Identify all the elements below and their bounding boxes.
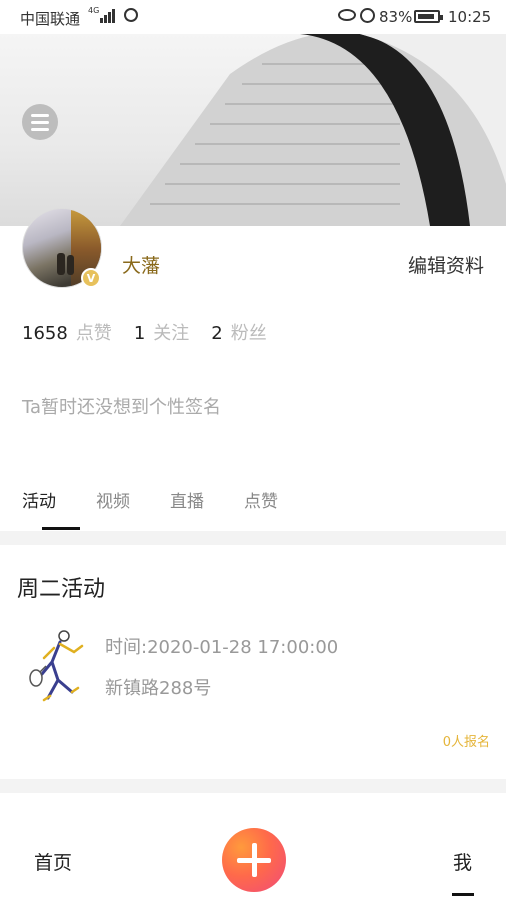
edit-profile-button[interactable]: 编辑资料 xyxy=(408,251,484,278)
section-divider xyxy=(0,779,506,793)
plus-icon xyxy=(237,843,271,877)
add-button[interactable] xyxy=(222,828,286,892)
profile-signature: Ta暂时还没想到个性签名 xyxy=(22,397,222,418)
activity-title: 周二活动 xyxy=(17,577,106,602)
carrier-label: 中国联通 xyxy=(20,10,81,28)
profile-cover-image xyxy=(0,34,506,226)
network-type: 4G xyxy=(88,6,100,15)
signal-icon xyxy=(100,9,118,23)
content-tabs: 活动 视频 直播 点赞 xyxy=(22,487,318,512)
following-label: 关注 xyxy=(153,323,190,344)
followers-count: 2 xyxy=(211,323,223,344)
tab-live[interactable]: 直播 xyxy=(170,487,204,512)
nav-home[interactable]: 首页 xyxy=(34,848,72,875)
signup-count: 0人报名 xyxy=(442,735,490,750)
eye-comfort-icon xyxy=(338,9,356,21)
followers-label: 粉丝 xyxy=(230,323,267,344)
likes-count: 1658 xyxy=(22,323,68,344)
clock: 10:25 xyxy=(448,8,492,26)
nav-me[interactable]: 我 xyxy=(453,848,472,875)
tab-activities[interactable]: 活动 xyxy=(22,487,56,512)
tab-likes[interactable]: 点赞 xyxy=(244,487,278,512)
status-bar: 中国联通 4G 83% 10:25 xyxy=(0,0,506,34)
active-nav-indicator xyxy=(452,893,474,896)
weibo-notification-icon xyxy=(124,8,138,22)
alarm-icon xyxy=(360,8,375,23)
tennis-player-image xyxy=(29,630,84,702)
stat-following[interactable]: 1 关注 xyxy=(134,323,211,344)
following-count: 1 xyxy=(133,323,146,344)
username: 大藩 xyxy=(122,255,161,277)
stat-followers[interactable]: 2 粉丝 xyxy=(211,323,288,344)
likes-label: 点赞 xyxy=(75,323,112,344)
battery-percent: 83% xyxy=(379,8,413,26)
profile-stats: 1658 点赞 1 关注 2 粉丝 xyxy=(22,319,289,345)
stat-likes[interactable]: 1658 点赞 xyxy=(22,323,134,344)
tab-videos[interactable]: 视频 xyxy=(96,487,130,512)
activity-address: 新镇路288号 xyxy=(105,678,212,699)
menu-button[interactable] xyxy=(22,104,58,140)
verified-badge-icon: V xyxy=(81,268,101,288)
active-tab-indicator xyxy=(42,527,80,530)
activity-time: 时间:2020-01-28 17:00:00 xyxy=(105,637,339,658)
section-divider xyxy=(0,531,506,545)
battery-icon xyxy=(414,10,443,23)
menu-icon xyxy=(31,113,49,117)
